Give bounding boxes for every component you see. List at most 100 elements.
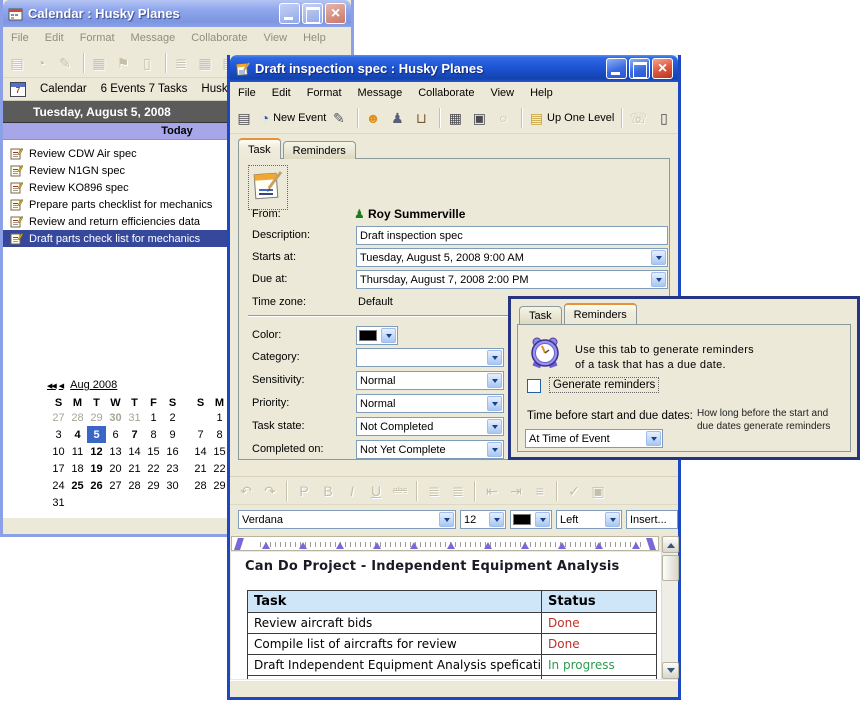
prev-year-button[interactable]: ◀◀ — [47, 382, 56, 390]
font-size-select[interactable]: 12 — [460, 510, 506, 529]
mini-calendar-day[interactable]: 2 — [163, 409, 182, 426]
menu-item[interactable]: Help — [522, 85, 561, 101]
mini-calendar-day[interactable]: 17 — [49, 460, 68, 477]
menu-item[interactable]: Message — [350, 85, 411, 101]
menu-item[interactable]: Format — [72, 30, 123, 46]
send-smiley-icon[interactable]: ☻ — [363, 106, 388, 130]
maximize-button[interactable] — [302, 3, 323, 24]
menu-item[interactable]: View — [482, 85, 522, 101]
new-task-icon[interactable]: ✎ — [329, 106, 353, 130]
scroll-down-button[interactable] — [662, 662, 679, 679]
new-event-button[interactable]: ◔New Event — [258, 106, 329, 130]
document-body[interactable]: Can Do Project - Independent Equipment A… — [231, 552, 661, 679]
mini-calendar-day[interactable]: 15 — [144, 443, 163, 460]
delete-icon[interactable]: ▯ — [137, 51, 161, 75]
flag-icon[interactable]: ⚑ — [113, 51, 137, 75]
mini-calendar-day[interactable]: 10 — [49, 443, 68, 460]
calendar-titlebar[interactable]: Calendar : Husky Planes — [3, 0, 351, 27]
task-titlebar[interactable]: Draft inspection spec : Husky Planes — [230, 55, 678, 82]
priority-select[interactable]: Normal — [356, 394, 504, 413]
tab-reminders[interactable]: Reminders — [283, 141, 356, 159]
mini-calendar-day[interactable]: 18 — [68, 460, 87, 477]
menu-item[interactable]: View — [255, 30, 295, 46]
mini-calendar-day[interactable]: 7 — [125, 426, 144, 443]
insert-select[interactable]: Insert... — [626, 510, 678, 529]
font-color-select[interactable] — [510, 510, 552, 529]
mini-calendar-day[interactable]: 13 — [106, 443, 125, 460]
mini-calendar-day[interactable]: 8 — [144, 426, 163, 443]
mini-calendar-day[interactable]: 21 — [191, 460, 210, 477]
delete-icon[interactable]: ▯ — [654, 106, 678, 130]
mini-calendar-day[interactable]: 31 — [49, 494, 68, 511]
undo-icon[interactable]: ↶ — [234, 479, 258, 503]
generate-reminders-checkbox[interactable] — [527, 379, 541, 393]
mini-calendar-day[interactable]: 24 — [49, 477, 68, 494]
insert-object-icon[interactable]: ▣ — [586, 479, 610, 503]
redo-icon[interactable]: ↷ — [258, 479, 282, 503]
menu-item[interactable]: File — [3, 30, 37, 46]
contact-icon[interactable]: ♟ — [387, 106, 411, 130]
menu-item[interactable]: Edit — [264, 85, 299, 101]
mini-calendar-day[interactable]: 4 — [68, 426, 87, 443]
notepad-icon[interactable] — [248, 165, 288, 210]
completed-on-select[interactable]: Not Yet Complete — [356, 440, 504, 459]
up-one-level-button[interactable]: ▤Up One Level — [527, 106, 616, 130]
starts-at-select[interactable]: Tuesday, August 5, 2008 9:00 AM — [356, 248, 668, 267]
mini-calendar-day[interactable]: 14 — [125, 443, 144, 460]
time-before-select[interactable]: At Time of Event — [525, 429, 663, 448]
properties-icon[interactable]: ▦ — [445, 106, 469, 130]
month-view-icon[interactable]: ▦ — [195, 51, 219, 75]
scroll-thumb[interactable] — [662, 555, 679, 581]
new-task-icon[interactable]: ✎ — [55, 51, 79, 75]
menu-item[interactable]: Message — [123, 30, 184, 46]
menu-item[interactable]: File — [230, 85, 264, 101]
mini-calendar-day[interactable]: 23 — [163, 460, 182, 477]
minimize-button[interactable] — [606, 58, 627, 79]
mini-calendar-day[interactable]: 31 — [125, 409, 144, 426]
mini-calendar-day[interactable]: 19 — [87, 460, 106, 477]
print-icon[interactable]: ▣ — [469, 106, 493, 130]
mini-calendar-day[interactable]: 30 — [163, 477, 182, 494]
spellcheck-icon[interactable]: ✓ — [562, 479, 586, 503]
alarm-icon[interactable]: ☏ — [627, 106, 654, 130]
due-at-select[interactable]: Thursday, August 7, 2008 2:00 PM — [356, 270, 668, 289]
list-icon[interactable]: ≡ — [528, 479, 552, 503]
strikethrough-icon[interactable]: abc — [388, 479, 412, 503]
mini-calendar-day[interactable]: 16 — [163, 443, 182, 460]
list-view-icon[interactable]: ≣ — [171, 51, 195, 75]
mini-calendar-day[interactable]: 6 — [106, 426, 125, 443]
mini-calendar-day[interactable]: 20 — [106, 460, 125, 477]
new-meeting-icon[interactable]: ◔ — [31, 51, 55, 75]
mini-calendar-day[interactable] — [191, 409, 210, 426]
generate-reminders-label[interactable]: Generate reminders — [549, 377, 659, 393]
new-event-icon[interactable]: ▤ — [7, 51, 31, 75]
task-state-select[interactable]: Not Completed — [356, 417, 504, 436]
sensitivity-select[interactable]: Normal — [356, 371, 504, 390]
mini-calendar-day[interactable]: 28 — [68, 409, 87, 426]
indent-icon[interactable]: ⇥ — [504, 479, 528, 503]
underline-icon[interactable]: U — [364, 479, 388, 503]
mini-calendar-day[interactable]: 29 — [144, 477, 163, 494]
mini-calendar-day[interactable] — [106, 494, 125, 511]
mini-calendar-day[interactable]: 25 — [68, 477, 87, 494]
tab-task[interactable]: Task — [238, 138, 281, 159]
mini-calendar-day[interactable]: 30 — [106, 409, 125, 426]
mini-calendar-day[interactable]: 27 — [49, 409, 68, 426]
mini-calendar-day[interactable]: 14 — [191, 443, 210, 460]
close-button[interactable] — [325, 3, 346, 24]
italic-icon[interactable]: I — [340, 479, 364, 503]
mini-calendar-day[interactable]: 9 — [163, 426, 182, 443]
align-left-icon[interactable]: ≣ — [422, 479, 446, 503]
close-button[interactable] — [652, 58, 673, 79]
menu-item[interactable]: Collaborate — [410, 85, 482, 101]
mini-calendar-day[interactable] — [144, 494, 163, 511]
mini-calendar-day[interactable]: 1 — [144, 409, 163, 426]
mini-calendar-day[interactable]: 7 — [191, 426, 210, 443]
ruler-right-margin-icon[interactable] — [646, 538, 656, 550]
mini-calendar-day[interactable]: 12 — [87, 443, 106, 460]
infobar-calendar-label[interactable]: Calendar — [40, 83, 87, 95]
mini-calendar-day[interactable]: 5 — [87, 426, 106, 443]
align-select[interactable]: Left — [556, 510, 622, 529]
new-appointment-icon[interactable]: ▤ — [234, 106, 258, 130]
paragraph-icon[interactable]: P — [292, 479, 316, 503]
